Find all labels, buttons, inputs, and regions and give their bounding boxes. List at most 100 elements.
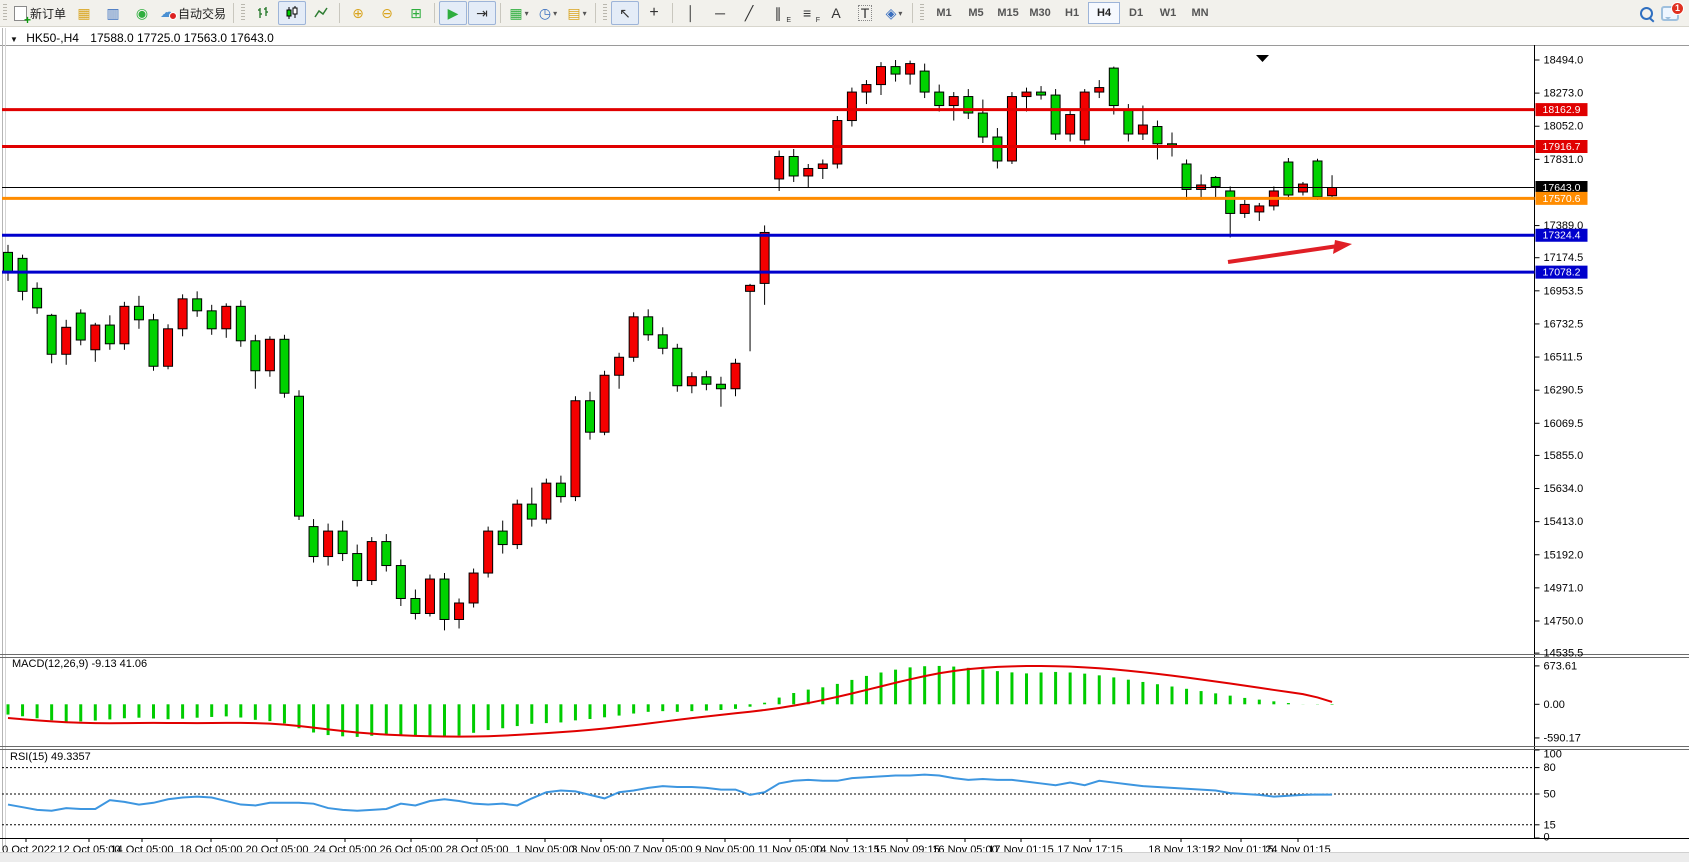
candle [571, 401, 580, 497]
candle [4, 252, 13, 271]
new-order-button[interactable]: + 新订单 [11, 1, 69, 25]
templates-button[interactable]: ▤▾ [563, 1, 591, 25]
trend-arrow-annotation[interactable] [1228, 246, 1338, 262]
timeframe-button-m5[interactable]: M5 [960, 2, 992, 24]
auto-scroll-button[interactable]: ▶ [439, 1, 467, 25]
candle [382, 542, 391, 566]
candle [455, 603, 464, 619]
candle [1080, 92, 1089, 140]
candle [33, 288, 42, 307]
notification-badge: 1 [1671, 2, 1684, 15]
chat-bubble-icon[interactable]: 1 [1661, 6, 1679, 21]
candle [804, 168, 813, 175]
chart-line-button[interactable] [307, 1, 335, 25]
candle [207, 311, 216, 329]
candle [949, 97, 958, 106]
candle [164, 329, 173, 366]
chart-window[interactable]: ▼ HK50-,H4 17588.0 17725.0 17563.0 17643… [0, 26, 1689, 852]
candle [1051, 95, 1060, 134]
trend-arrow-head[interactable] [1333, 240, 1352, 254]
rsi-axis-label: 80 [1544, 762, 1556, 774]
price-axis-label: 15634.0 [1544, 483, 1584, 495]
candle [978, 113, 987, 137]
autotrading-button[interactable]: ☁ 自动交易 [157, 1, 229, 25]
macd-axis-label: -590.17 [1544, 732, 1581, 744]
vertical-line-tool-button[interactable]: │ [677, 1, 705, 25]
zoom-in-button[interactable]: ⊕ [344, 1, 372, 25]
candle [484, 531, 493, 573]
candle [716, 384, 725, 388]
sound-alert-button[interactable]: ◉ [128, 1, 156, 25]
chart-shift-button[interactable]: ⇥ [468, 1, 496, 25]
trendline-icon: ╱ [745, 6, 753, 20]
price-axis-label: 18052.0 [1544, 121, 1584, 133]
candle [920, 71, 929, 92]
toolbar-drag-handle[interactable] [3, 4, 7, 22]
chart-candles-button[interactable] [278, 1, 306, 25]
price-axis-label: 14535.5 [1544, 648, 1584, 660]
candle [1240, 204, 1249, 213]
symbols-icon: ▦ [77, 6, 90, 20]
timeframe-button-m30[interactable]: M30 [1024, 2, 1056, 24]
candle [193, 299, 202, 311]
timeframe-button-h1[interactable]: H1 [1056, 2, 1088, 24]
timeframe-button-m1[interactable]: M1 [928, 2, 960, 24]
autotrading-label: 自动交易 [178, 5, 226, 22]
candle [687, 377, 696, 386]
price-axis-label: 14971.0 [1544, 582, 1584, 594]
candle [658, 335, 667, 348]
arrows-tool-button[interactable]: ◈▾ [880, 1, 908, 25]
search-icon[interactable] [1640, 7, 1653, 20]
chart-bars-button[interactable] [249, 1, 277, 25]
timeframe-button-d1[interactable]: D1 [1120, 2, 1152, 24]
candle [353, 554, 362, 581]
timeframe-button-h4[interactable]: H4 [1088, 2, 1120, 24]
candle [586, 401, 595, 432]
candle [309, 527, 318, 557]
candle [760, 232, 769, 283]
chart-plot-area[interactable]: 18494.018273.018052.017831.017389.017174… [0, 26, 1689, 862]
tile-windows-button[interactable]: ⊞ [402, 1, 430, 25]
cursor-tool-button[interactable]: ↖ [611, 1, 639, 25]
chart-menu-arrow-icon[interactable]: ▼ [10, 35, 18, 44]
periods-button[interactable]: ◷▾ [534, 1, 562, 25]
candle [1298, 184, 1307, 192]
candle [862, 85, 871, 92]
text-label-tool-button[interactable]: T [851, 1, 879, 25]
timeframe-button-m15[interactable]: M15 [992, 2, 1024, 24]
candle [600, 375, 609, 432]
price-axis-label: 18273.0 [1544, 88, 1584, 100]
candle [236, 306, 245, 340]
candle [1255, 206, 1264, 212]
macd-axis-label: 673.61 [1544, 660, 1578, 672]
rsi-indicator-label: RSI(15) 49.3357 [10, 751, 91, 763]
profiles-button[interactable]: ▥ [99, 1, 127, 25]
timeframe-bar: M1M5M15M30H1H4D1W1MN [928, 2, 1216, 24]
candle [644, 317, 653, 335]
candle [396, 566, 405, 599]
macd-axis-label: 0.00 [1544, 699, 1565, 711]
horizontal-line-tool-button[interactable]: ─ [706, 1, 734, 25]
symbols-button[interactable]: ▦ [70, 1, 98, 25]
trendline-tool-button[interactable]: ╱ [735, 1, 763, 25]
price-axis-label: 16511.5 [1544, 352, 1583, 364]
crosshair-tool-button[interactable]: + [640, 1, 668, 25]
chart-shift-icon: ⇥ [476, 6, 488, 20]
candle [1007, 97, 1016, 161]
candlestick-chart-icon [285, 6, 299, 20]
timeframe-button-w1[interactable]: W1 [1152, 2, 1184, 24]
horizontal-line-icon: ─ [715, 6, 725, 20]
new-order-label: 新订单 [30, 5, 66, 22]
fibonacci-tool-button[interactable]: ≡F [793, 1, 821, 25]
timeframe-button-mn[interactable]: MN [1184, 2, 1216, 24]
candle [251, 341, 260, 371]
candle [673, 348, 682, 385]
candle [265, 339, 274, 370]
channel-tool-button[interactable]: ∥E [764, 1, 792, 25]
new-chart-button[interactable]: ▦▾ [505, 1, 533, 25]
text-tool-button[interactable]: A [822, 1, 850, 25]
zoom-out-button[interactable]: ⊖ [373, 1, 401, 25]
candle [440, 579, 449, 619]
candle [1022, 92, 1031, 96]
price-axis-label: 16732.5 [1544, 318, 1584, 330]
